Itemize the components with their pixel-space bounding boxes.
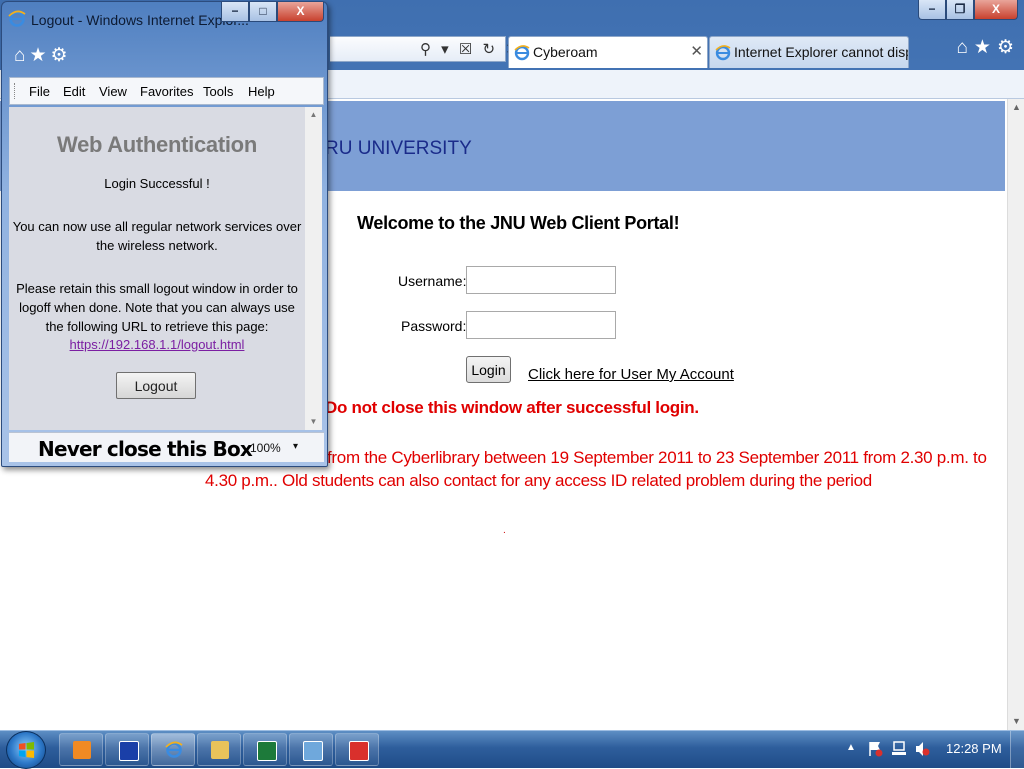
scroll-down-arrow[interactable]: ▼	[1008, 713, 1024, 730]
scroll-up-arrow[interactable]: ▲	[1008, 99, 1024, 116]
taskbar: ▲ 12:28 PM	[0, 730, 1024, 769]
popup-status-bar: Never close this Box 100% ▾	[9, 432, 324, 462]
popup-scroll-up-arrow[interactable]: ▲	[305, 107, 322, 123]
home-favorites-tools-icons[interactable]: ⌂★⚙	[950, 36, 1020, 64]
action-center-flag-icon[interactable]	[867, 740, 883, 758]
tab-label: Cyberoam	[533, 44, 598, 60]
taskbar-app-media-player[interactable]	[59, 733, 103, 766]
network-icon[interactable]	[891, 740, 907, 758]
logout-popup-window: Logout - Windows Internet Explor... − □ …	[1, 1, 328, 467]
acrobat-icon	[349, 741, 369, 761]
username-input[interactable]	[466, 266, 616, 294]
menu-item-favorites[interactable]: Favorites	[140, 84, 193, 99]
login-success-text: Login Successful !	[104, 176, 210, 191]
tab-label: Internet Explorer cannot displa...	[734, 44, 908, 60]
popup-home-favorites-tools-icons[interactable]: ⌂★⚙	[14, 44, 72, 67]
excel-icon	[257, 741, 277, 761]
menu-grip	[14, 83, 17, 99]
windows-logo-icon	[18, 742, 35, 759]
stray-dot: .	[503, 525, 506, 536]
taskbar-app-internet-explorer[interactable]	[151, 733, 195, 766]
taskbar-app-acrobat[interactable]	[335, 733, 379, 766]
password-input[interactable]	[466, 311, 616, 339]
popup-scrollbar[interactable]: ▲ ▼	[305, 107, 322, 430]
taskbar-app-excel[interactable]	[243, 733, 287, 766]
taskbar-app-presentation[interactable]	[105, 733, 149, 766]
never-close-annotation: Never close this Box	[38, 437, 253, 461]
warning-message: Do not close this window after successfu…	[325, 398, 699, 417]
password-label: Password:	[401, 318, 467, 334]
internet-explorer-icon	[514, 45, 530, 61]
popup-content: Web Authentication Login Successful ! Yo…	[9, 107, 305, 430]
taskbar-clock[interactable]: 12:28 PM	[946, 741, 1002, 756]
tab-cyberoam[interactable]: Cyberoam ✕	[508, 36, 708, 68]
popup-close-button[interactable]: X	[277, 2, 324, 22]
menu-item-help[interactable]: Help	[248, 84, 275, 99]
presentation-icon	[119, 741, 139, 761]
tray-expand-icon[interactable]: ▲	[846, 742, 856, 753]
username-label: Username:	[398, 273, 467, 289]
user-my-account-link[interactable]: Click here for User My Account	[528, 366, 734, 383]
tab-close-icon[interactable]: ✕	[690, 37, 703, 67]
popup-title: Logout - Windows Internet Explor...	[31, 12, 249, 28]
main-maximize-button[interactable]: ❐	[946, 0, 974, 20]
internet-explorer-icon	[8, 10, 26, 27]
taskbar-app-file-explorer[interactable]	[197, 733, 241, 766]
main-minimize-button[interactable]: −	[918, 0, 946, 20]
logout-url-link[interactable]: https://192.168.1.1/logout.html	[9, 337, 305, 352]
zoom-dropdown-icon[interactable]: ▾	[293, 441, 298, 452]
services-text: You can now use all regular network serv…	[12, 219, 302, 253]
remote-desktop-icon	[303, 741, 323, 761]
file-explorer-icon	[211, 741, 229, 759]
page-scrollbar[interactable]: ▲ ▼	[1007, 99, 1024, 730]
logout-button[interactable]: Logout	[116, 372, 196, 399]
show-desktop-button[interactable]	[1010, 731, 1024, 769]
popup-scroll-down-arrow[interactable]: ▼	[305, 414, 322, 430]
page-title: Welcome to the JNU Web Client Portal!	[357, 213, 680, 233]
popup-minimize-button[interactable]: −	[221, 2, 249, 22]
address-tools[interactable]: ⚲ ▾ ☒ ↻ ✕	[420, 40, 521, 58]
start-button[interactable]	[6, 731, 46, 769]
popup-maximize-button[interactable]: □	[249, 2, 277, 22]
menu-item-tools[interactable]: Tools	[203, 84, 233, 99]
menu-item-file[interactable]: File	[29, 84, 50, 99]
taskbar-app-remote-desktop[interactable]	[289, 733, 333, 766]
auth-title: Web Authentication	[57, 132, 257, 157]
volume-muted-icon[interactable]	[914, 740, 930, 758]
zoom-level[interactable]: 100%	[250, 441, 281, 455]
media-player-icon	[73, 741, 91, 759]
menu-item-view[interactable]: View	[99, 84, 127, 99]
banner-text: RU UNIVERSITY	[325, 138, 472, 159]
internet-explorer-icon	[165, 741, 183, 758]
menu-bar: File Edit View Favorites Tools Help	[9, 77, 324, 105]
tab-ie-error[interactable]: Internet Explorer cannot displa...	[709, 36, 909, 68]
main-close-button[interactable]: X	[974, 0, 1018, 20]
menu-item-edit[interactable]: Edit	[63, 84, 85, 99]
retain-window-text: Please retain this small logout window i…	[16, 281, 298, 334]
internet-explorer-icon	[715, 45, 731, 61]
login-button[interactable]: Login	[466, 356, 511, 383]
